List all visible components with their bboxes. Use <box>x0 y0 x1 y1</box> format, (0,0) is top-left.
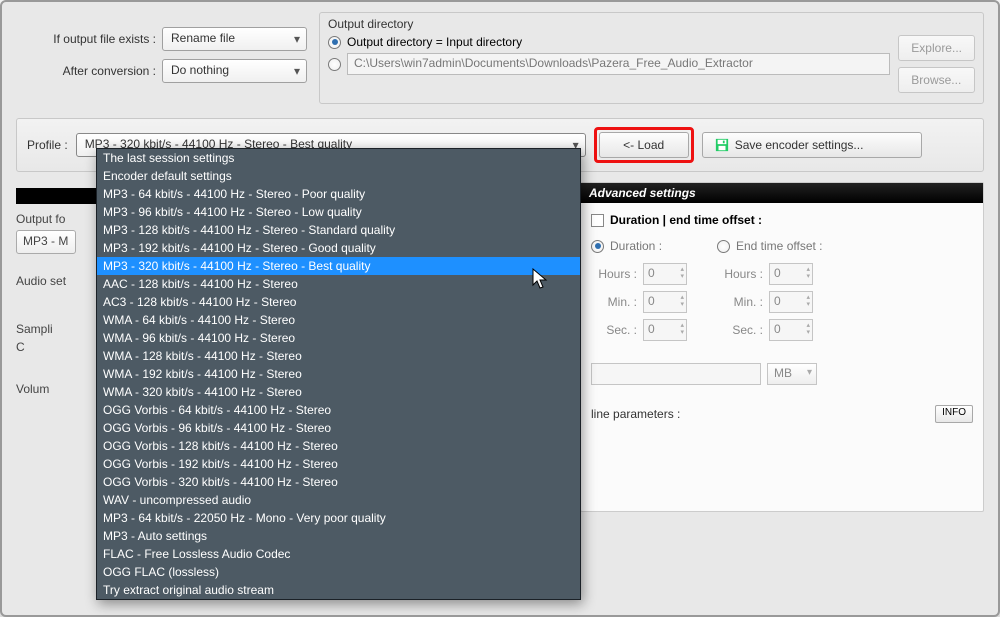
profile-option[interactable]: AC3 - 128 kbit/s - 44100 Hz - Stereo <box>97 293 580 311</box>
end-min-label: Min. : <box>717 295 763 309</box>
output-dir-same-label: Output directory = Input directory <box>347 35 522 49</box>
top-row: If output file exists : Rename file Afte… <box>16 12 984 104</box>
output-format-button[interactable]: MP3 - M <box>16 230 76 254</box>
profile-option[interactable]: OGG Vorbis - 96 kbit/s - 44100 Hz - Ster… <box>97 419 580 437</box>
end-sec-label: Sec. : <box>717 323 763 337</box>
profile-option[interactable]: WAV - uncompressed audio <box>97 491 580 509</box>
profile-option[interactable]: MP3 - 64 kbit/s - 44100 Hz - Stereo - Po… <box>97 185 580 203</box>
output-dir-group: Output directory Output directory = Inpu… <box>319 12 984 104</box>
left-section-header <box>16 188 96 204</box>
duration-grid: Duration : Hours : 0 Min. : 0 Sec. : 0 End … <box>591 235 973 341</box>
profile-option[interactable]: The last session settings <box>97 149 580 167</box>
profile-option[interactable]: OGG Vorbis - 320 kbit/s - 44100 Hz - Ste… <box>97 473 580 491</box>
floppy-icon <box>715 138 729 152</box>
split-unit-combo[interactable]: MB <box>767 363 817 385</box>
app-window: If output file exists : Rename file Afte… <box>0 0 1000 617</box>
if-exists-label: If output file exists : <box>16 32 156 46</box>
output-dir-custom-row[interactable]: C:\Users\win7admin\Documents\Downloads\P… <box>328 53 890 75</box>
dur-sec-label: Sec. : <box>591 323 637 337</box>
profile-option[interactable]: MP3 - 192 kbit/s - 44100 Hz - Stereo - G… <box>97 239 580 257</box>
endtime-col: End time offset : Hours : 0 Min. : 0 Sec. … <box>717 235 823 341</box>
end-hours-input[interactable]: 0 <box>769 263 813 285</box>
profile-option[interactable]: WMA - 96 kbit/s - 44100 Hz - Stereo <box>97 329 580 347</box>
output-dir-same-row[interactable]: Output directory = Input directory <box>328 35 890 49</box>
profile-option[interactable]: FLAC - Free Lossless Audio Codec <box>97 545 580 563</box>
duration-radio-row[interactable]: Duration : <box>591 239 687 253</box>
dur-sec-input[interactable]: 0 <box>643 319 687 341</box>
dur-min-label: Min. : <box>591 295 637 309</box>
if-exists-value: Rename file <box>171 31 235 45</box>
after-conv-row: After conversion : Do nothing <box>16 59 307 83</box>
after-conv-combo[interactable]: Do nothing <box>162 59 307 83</box>
profile-option[interactable]: WMA - 64 kbit/s - 44100 Hz - Stereo <box>97 311 580 329</box>
browse-button[interactable]: Browse... <box>898 67 975 93</box>
explore-button[interactable]: Explore... <box>898 35 975 61</box>
advanced-settings-header: Advanced settings <box>581 183 983 203</box>
if-exists-combo[interactable]: Rename file <box>162 27 307 51</box>
load-button[interactable]: <- Load <box>599 132 689 158</box>
profile-dropdown[interactable]: The last session settingsEncoder default… <box>96 148 581 600</box>
profile-option[interactable]: WMA - 320 kbit/s - 44100 Hz - Stereo <box>97 383 580 401</box>
profile-label: Profile : <box>27 138 68 152</box>
duration-header-row[interactable]: Duration | end time offset : <box>591 213 973 227</box>
load-button-highlight: <- Load <box>594 127 694 163</box>
save-encoder-label: Save encoder settings... <box>735 138 864 152</box>
split-size-input[interactable] <box>591 363 761 385</box>
output-dir-title: Output directory <box>328 17 890 31</box>
if-exists-row: If output file exists : Rename file <box>16 27 307 51</box>
profile-option[interactable]: OGG Vorbis - 64 kbit/s - 44100 Hz - Ster… <box>97 401 580 419</box>
profile-option[interactable]: MP3 - 64 kbit/s - 22050 Hz - Mono - Very… <box>97 509 580 527</box>
dur-min-input[interactable]: 0 <box>643 291 687 313</box>
output-path-input[interactable]: C:\Users\win7admin\Documents\Downloads\P… <box>347 53 890 75</box>
profile-option[interactable]: Encoder default settings <box>97 167 580 185</box>
profile-option[interactable]: WMA - 192 kbit/s - 44100 Hz - Stereo <box>97 365 580 383</box>
after-conv-value: Do nothing <box>171 63 229 77</box>
split-size-row: MB <box>591 363 973 385</box>
profile-option[interactable]: MP3 - Auto settings <box>97 527 580 545</box>
dur-hours-label: Hours : <box>591 267 637 281</box>
dur-hours-input[interactable]: 0 <box>643 263 687 285</box>
radio-custom-path[interactable] <box>328 58 341 71</box>
end-hours-label: Hours : <box>717 267 763 281</box>
save-encoder-button[interactable]: Save encoder settings... <box>702 132 922 158</box>
profile-option[interactable]: AAC - 128 kbit/s - 44100 Hz - Stereo <box>97 275 580 293</box>
duration-col: Duration : Hours : 0 Min. : 0 Sec. : 0 <box>591 235 687 341</box>
duration-header-label: Duration | end time offset : <box>610 213 762 227</box>
duration-radio[interactable] <box>591 240 604 253</box>
end-sec-input[interactable]: 0 <box>769 319 813 341</box>
profile-option[interactable]: MP3 - 128 kbit/s - 44100 Hz - Stereo - S… <box>97 221 580 239</box>
advanced-settings-panel: Advanced settings Duration | end time of… <box>580 182 984 512</box>
profile-option[interactable]: WMA - 128 kbit/s - 44100 Hz - Stereo <box>97 347 580 365</box>
radio-same-as-input[interactable] <box>328 36 341 49</box>
after-conv-label: After conversion : <box>16 64 156 78</box>
profile-option[interactable]: OGG Vorbis - 128 kbit/s - 44100 Hz - Ste… <box>97 437 580 455</box>
profile-option[interactable]: Try extract original audio stream <box>97 581 580 599</box>
info-button[interactable]: INFO <box>935 405 973 423</box>
profile-option[interactable]: OGG Vorbis - 192 kbit/s - 44100 Hz - Ste… <box>97 455 580 473</box>
end-min-input[interactable]: 0 <box>769 291 813 313</box>
cmdline-params-label: line parameters : <box>591 407 680 421</box>
endtime-radio[interactable] <box>717 240 730 253</box>
left-options: If output file exists : Rename file Afte… <box>16 12 307 104</box>
profile-option[interactable]: MP3 - 320 kbit/s - 44100 Hz - Stereo - B… <box>97 257 580 275</box>
duration-checkbox[interactable] <box>591 214 604 227</box>
profile-option[interactable]: OGG FLAC (lossless) <box>97 563 580 581</box>
duration-radio-label: Duration : <box>610 239 662 253</box>
cmdline-params-row: line parameters : INFO <box>591 405 973 423</box>
endtime-radio-row[interactable]: End time offset : <box>717 239 823 253</box>
profile-option[interactable]: MP3 - 96 kbit/s - 44100 Hz - Stereo - Lo… <box>97 203 580 221</box>
endtime-radio-label: End time offset : <box>736 239 823 253</box>
